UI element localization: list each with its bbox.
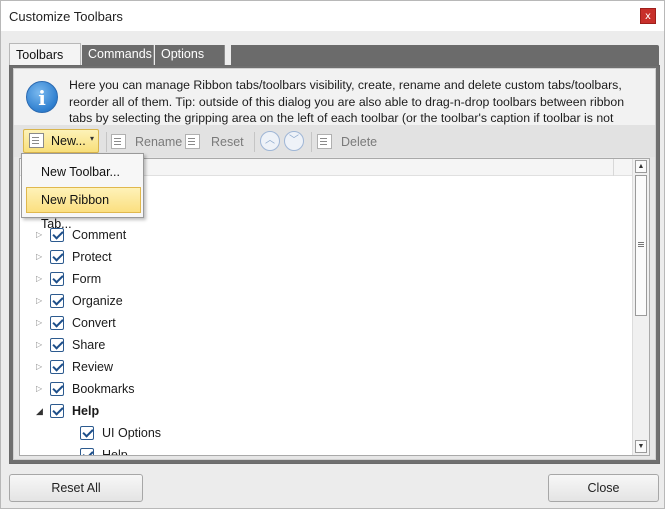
checkbox-icon[interactable] <box>80 426 94 440</box>
grip-icon <box>638 242 644 247</box>
move-down-icon[interactable]: ﹀ <box>284 131 304 151</box>
new-button[interactable]: New... ▾ <box>23 129 99 153</box>
window-title: Customize Toolbars <box>9 9 123 24</box>
tab-options[interactable]: Options <box>155 45 225 65</box>
checkbox-icon[interactable] <box>50 360 64 374</box>
rename-button[interactable]: Rename <box>111 131 183 153</box>
scroll-thumb[interactable] <box>635 175 647 316</box>
scroll-up-icon[interactable]: ▲ <box>635 160 647 173</box>
scroll-down-icon[interactable]: ▼ <box>635 440 647 453</box>
customize-toolbars-dialog: Customize Toolbars x Toolbars Commands O… <box>0 0 665 509</box>
checkbox-icon[interactable] <box>50 338 64 352</box>
tab-panel: i Here you can manage Ribbon tabs/toolba… <box>9 65 660 464</box>
reset-button[interactable]: Reset <box>185 131 249 153</box>
expand-icon[interactable]: ▷ <box>36 246 46 268</box>
checkbox-icon[interactable] <box>50 404 64 418</box>
expand-icon[interactable]: ▷ <box>36 378 46 400</box>
checkbox-icon[interactable] <box>50 382 64 396</box>
checkbox-icon[interactable] <box>50 294 64 308</box>
expand-icon[interactable]: ▷ <box>36 290 46 312</box>
expand-icon[interactable]: ▷ <box>36 334 46 356</box>
info-banner: i Here you can manage Ribbon tabs/toolba… <box>14 69 655 142</box>
expand-icon[interactable]: ▷ <box>36 312 46 334</box>
info-icon: i <box>26 81 58 113</box>
expand-icon[interactable]: ▷ <box>36 356 46 378</box>
reset-all-button[interactable]: Reset All <box>9 474 143 502</box>
collapse-icon[interactable]: ◢ <box>36 400 46 422</box>
checkbox-icon[interactable] <box>50 250 64 264</box>
reset-icon <box>185 134 200 149</box>
delete-button[interactable]: Delete <box>317 131 387 153</box>
close-button[interactable]: Close <box>548 474 659 502</box>
move-up-icon[interactable]: ︿ <box>260 131 280 151</box>
new-dropdown-menu: New Toolbar... New Ribbon Tab... <box>21 153 144 231</box>
menu-item-new-ribbon-tab[interactable]: New Ribbon Tab... <box>26 187 141 231</box>
expand-icon[interactable]: ▷ <box>36 268 46 290</box>
checkbox-icon[interactable] <box>80 448 94 455</box>
menu-item-new-toolbar[interactable]: New Toolbar... <box>26 159 141 185</box>
title-bar: Customize Toolbars x <box>1 1 664 31</box>
vertical-scrollbar[interactable]: ▲ ▼ <box>632 159 649 455</box>
close-window-icon[interactable]: x <box>640 8 656 24</box>
chevron-down-icon: ▾ <box>90 134 95 143</box>
tab-commands[interactable]: Commands <box>82 45 154 65</box>
checkbox-icon[interactable] <box>50 272 64 286</box>
tab-strip: Toolbars Commands Options <box>9 43 659 66</box>
delete-icon <box>317 134 332 149</box>
rename-icon <box>111 134 126 149</box>
tab-toolbars[interactable]: Toolbars <box>9 43 81 66</box>
new-document-icon <box>29 133 44 148</box>
checkbox-icon[interactable] <box>50 316 64 330</box>
